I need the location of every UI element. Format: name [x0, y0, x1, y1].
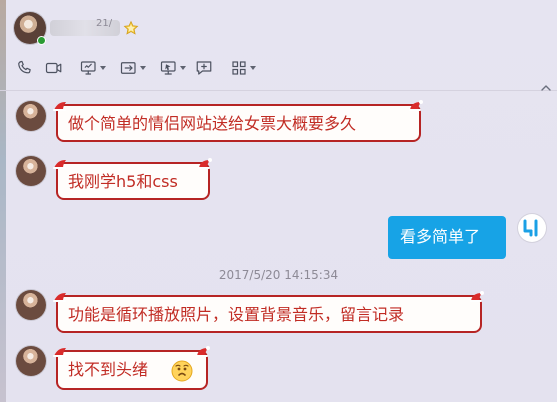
- sender-avatar[interactable]: [16, 346, 46, 376]
- message-text: 看多简单了: [400, 227, 481, 246]
- santa-hat-right-icon: [198, 158, 212, 169]
- apps-menu-button[interactable]: [222, 56, 256, 80]
- phone-icon: [18, 60, 31, 74]
- chevron-down-icon: [180, 66, 186, 70]
- santa-hat-left-icon: [53, 160, 66, 169]
- new-message-button[interactable]: [192, 56, 216, 80]
- message-text: 我刚学h5和css: [68, 172, 178, 191]
- worried-face-emoji-icon: [171, 360, 193, 382]
- sender-avatar[interactable]: [16, 101, 46, 131]
- message-bubble[interactable]: 找不到头绪: [53, 346, 210, 390]
- remote-assist-menu-button[interactable]: [152, 56, 186, 80]
- chevron-down-icon: [250, 66, 256, 70]
- apps-grid-icon: [232, 61, 246, 75]
- sender-avatar[interactable]: [16, 290, 46, 320]
- message-text: 做个简单的情侣网站送给女票大概要多久: [68, 114, 357, 133]
- message-text: 找不到头绪: [68, 360, 149, 379]
- chevron-down-icon: [140, 66, 146, 70]
- message-bubble[interactable]: 做个简单的情侣网站送给女票大概要多久: [53, 100, 423, 142]
- santa-hat-right-icon: [470, 291, 484, 302]
- santa-hat-left-icon: [53, 348, 66, 357]
- chevron-down-icon: [100, 66, 106, 70]
- contact-name-tail: 21/: [96, 18, 113, 29]
- self-message-bubble[interactable]: 看多简单了: [388, 216, 506, 259]
- remote-desktop-icon: [160, 61, 176, 75]
- chat-header: 21/: [0, 0, 557, 91]
- self-avatar[interactable]: [518, 214, 546, 242]
- sender-avatar[interactable]: [16, 156, 46, 186]
- message-bubble[interactable]: 功能是循环播放照片，设置背景音乐，留言记录: [53, 291, 484, 333]
- message-bubble[interactable]: 我刚学h5和css: [53, 158, 212, 200]
- chat-toolbar: [12, 56, 256, 80]
- chat-bubble-plus-icon: [196, 61, 212, 75]
- forward-window-icon: [120, 62, 136, 74]
- self-avatar-logo-icon: [523, 219, 538, 237]
- screen-share-icon: [80, 61, 96, 75]
- santa-hat-right-icon: [409, 100, 423, 111]
- screen-share-menu-button[interactable]: [72, 56, 106, 80]
- santa-hat-right-icon: [196, 346, 210, 357]
- video-call-button[interactable]: [42, 56, 66, 80]
- forward-menu-button[interactable]: [112, 56, 146, 80]
- santa-hat-left-icon: [53, 102, 66, 111]
- message-timestamp: 2017/5/20 14:15:34: [218, 268, 339, 282]
- santa-hat-left-icon: [53, 293, 66, 302]
- call-button[interactable]: [12, 56, 36, 80]
- video-camera-icon: [45, 62, 62, 74]
- message-text: 功能是循环播放照片，设置背景音乐，留言记录: [68, 305, 405, 324]
- online-status-dot: [37, 36, 46, 45]
- star-outline-icon: [123, 20, 139, 35]
- collapse-icon[interactable]: [541, 84, 551, 94]
